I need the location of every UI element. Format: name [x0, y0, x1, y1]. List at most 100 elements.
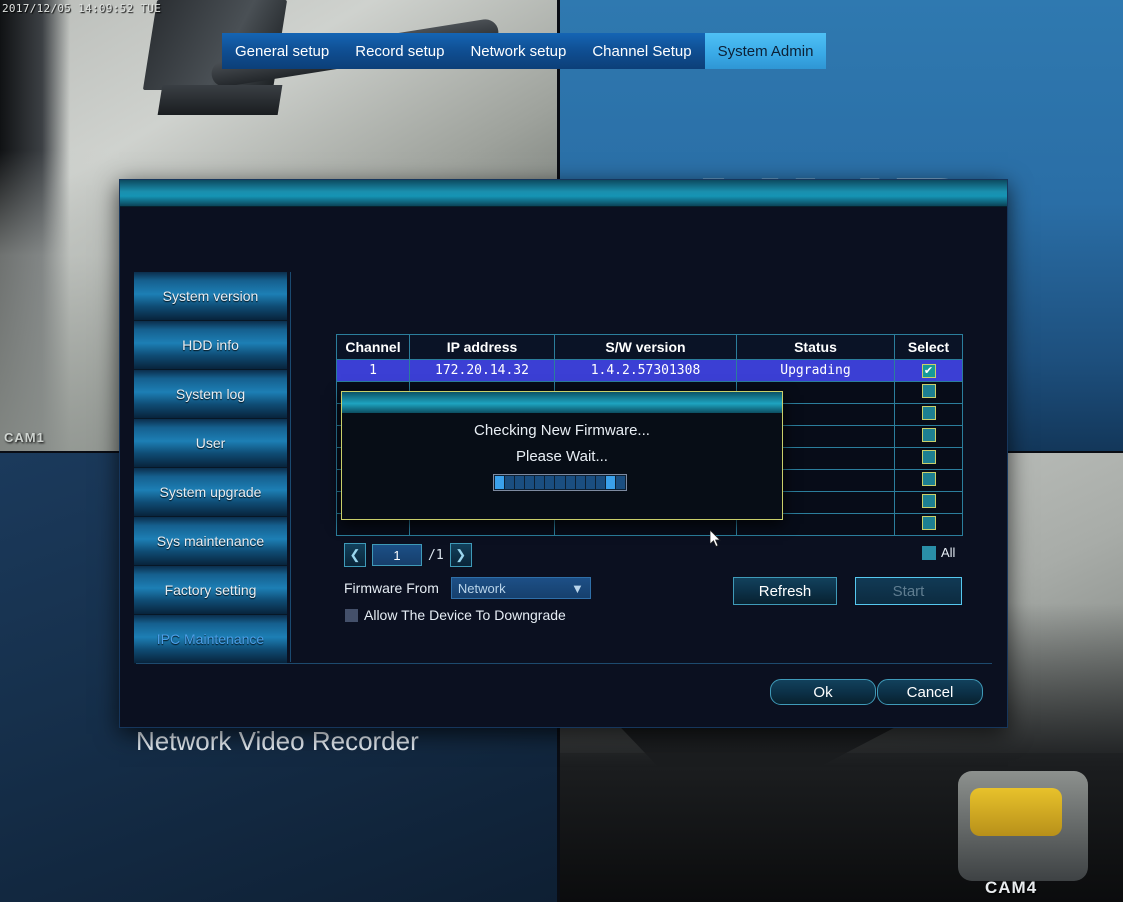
- footer-divider: [136, 663, 992, 664]
- tab-label: Channel Setup: [592, 42, 692, 60]
- checking-firmware-modal: Checking New Firmware... Please Wait...: [341, 391, 783, 520]
- cell-select[interactable]: [894, 491, 963, 514]
- cam1-label: CAM1: [4, 430, 45, 445]
- page-number-input[interactable]: 1: [372, 544, 422, 566]
- nvr-brand-text: Network Video Recorder: [136, 726, 419, 756]
- sidebar-item-hdd-info[interactable]: HDD info: [134, 321, 287, 370]
- progress-segment: [595, 476, 605, 489]
- tab-label: Network setup: [470, 42, 567, 60]
- row-checkbox[interactable]: ✔: [921, 364, 936, 378]
- cell-select[interactable]: [894, 425, 963, 448]
- column-header-channel: Channel: [336, 334, 410, 360]
- sidebar-item-sys-maintenance[interactable]: Sys maintenance: [134, 517, 287, 566]
- modal-message-line1: Checking New Firmware...: [474, 422, 650, 439]
- sidebar-item-system-upgrade[interactable]: System upgrade: [134, 468, 287, 517]
- cancel-button[interactable]: Cancel: [877, 679, 983, 705]
- cell-select[interactable]: [894, 403, 963, 426]
- tab-bar: General setup Record setup Network setup…: [222, 33, 827, 69]
- total-pages-label: /1: [428, 547, 444, 563]
- row-checkbox[interactable]: [921, 515, 936, 530]
- refresh-button[interactable]: Refresh: [733, 577, 837, 605]
- sidebar-item-label: User: [195, 435, 226, 451]
- pagination: ❮ 1 /1 ❯: [344, 543, 472, 567]
- nvr-screen: 2017/12/05 14:09:52 TUE CAM1 NVR Network…: [0, 0, 1123, 902]
- sidebar-item-label: Factory setting: [164, 582, 257, 598]
- table-header-row: Channel IP address S/W version Status Se…: [336, 334, 963, 360]
- progress-segment: [605, 476, 615, 489]
- progress-segment: [565, 476, 575, 489]
- progress-segment: [535, 476, 545, 489]
- tab-record-setup[interactable]: Record setup: [342, 33, 458, 69]
- progress-segment: [585, 476, 595, 489]
- tab-label: Record setup: [355, 42, 445, 60]
- sidebar-item-label: HDD info: [182, 337, 239, 353]
- tab-label: General setup: [235, 42, 330, 60]
- row-checkbox[interactable]: [921, 449, 936, 464]
- cam1-object-c: [157, 85, 283, 115]
- select-all-checkbox[interactable]: [922, 545, 936, 560]
- tab-system-admin[interactable]: System Admin: [704, 33, 827, 69]
- sidebar-item-label: System version: [162, 288, 259, 304]
- cell-ip-address: 172.20.14.32: [409, 359, 555, 382]
- tab-channel-setup[interactable]: Channel Setup: [579, 33, 705, 69]
- cell-select[interactable]: [894, 469, 963, 492]
- video-timestamp: 2017/12/05 14:09:52 TUE: [2, 2, 162, 15]
- column-header-sw-version: S/W version: [554, 334, 737, 360]
- allow-downgrade-row[interactable]: Allow The Device To Downgrade: [345, 607, 566, 623]
- firmware-source-row: Firmware From Network ▼: [344, 577, 591, 599]
- row-checkbox[interactable]: [921, 405, 936, 420]
- sidebar-item-label: Sys maintenance: [156, 533, 265, 549]
- cell-sw-version: 1.4.2.57301308: [554, 359, 737, 382]
- modal-titlebar: [342, 392, 782, 413]
- sidebar-item-system-version[interactable]: System version: [134, 272, 287, 321]
- prev-page-button[interactable]: ❮: [344, 543, 366, 567]
- tab-network-setup[interactable]: Network setup: [457, 33, 580, 69]
- progress-segment: [615, 476, 626, 489]
- dialog-titlebar[interactable]: [120, 180, 1007, 207]
- tab-label: System Admin: [717, 42, 814, 60]
- progress-segment: [575, 476, 585, 489]
- sidebar-item-label: System log: [175, 386, 246, 402]
- cell-select[interactable]: [894, 513, 963, 536]
- cam4-label: CAM4: [985, 878, 1038, 897]
- progress-segment: [515, 476, 525, 489]
- tab-general-setup[interactable]: General setup: [222, 33, 343, 69]
- progress-segment: [545, 476, 555, 489]
- chevron-down-icon: ▼: [571, 580, 584, 596]
- sidebar-divider: [290, 272, 291, 662]
- select-all-label: All: [941, 545, 956, 560]
- select-all-control[interactable]: All: [922, 545, 955, 560]
- sidebar-item-label: System upgrade: [159, 484, 262, 500]
- allow-downgrade-checkbox[interactable]: [345, 608, 358, 622]
- column-header-select: Select: [894, 334, 963, 360]
- row-checkbox[interactable]: [921, 427, 936, 442]
- ok-button[interactable]: Ok: [770, 679, 876, 705]
- cell-channel: 1: [336, 359, 410, 382]
- sidebar-item-ipc-maintenance[interactable]: IPC Maintenance: [134, 615, 287, 664]
- cell-status: Upgrading: [736, 359, 895, 382]
- cam4-object-yellow: [970, 788, 1062, 836]
- progress-segment: [555, 476, 565, 489]
- firmware-source-select[interactable]: Network ▼: [450, 577, 591, 599]
- cell-select[interactable]: [894, 381, 963, 404]
- mouse-cursor: [710, 530, 721, 548]
- column-header-status: Status: [736, 334, 895, 360]
- start-button[interactable]: Start: [855, 577, 962, 605]
- next-page-button[interactable]: ❯: [449, 543, 472, 567]
- row-checkbox[interactable]: [921, 383, 936, 398]
- progress-bar: [493, 474, 627, 491]
- allow-downgrade-label: Allow The Device To Downgrade: [364, 607, 566, 623]
- sidebar-item-user[interactable]: User: [134, 419, 287, 468]
- row-checkbox[interactable]: [921, 493, 936, 508]
- sidebar-item-factory-setting[interactable]: Factory setting: [134, 566, 287, 615]
- progress-segment: [495, 476, 505, 489]
- firmware-source-value: Network: [457, 580, 506, 596]
- sidebar-item-system-log[interactable]: System log: [134, 370, 287, 419]
- cell-select[interactable]: ✔: [894, 359, 963, 382]
- cell-select[interactable]: [894, 447, 963, 470]
- row-checkbox[interactable]: [921, 471, 936, 486]
- progress-segment: [505, 476, 515, 489]
- sidebar: System version HDD info System log User …: [134, 272, 287, 664]
- table-row[interactable]: 1 172.20.14.32 1.4.2.57301308 Upgrading …: [336, 359, 963, 382]
- progress-segment: [525, 476, 535, 489]
